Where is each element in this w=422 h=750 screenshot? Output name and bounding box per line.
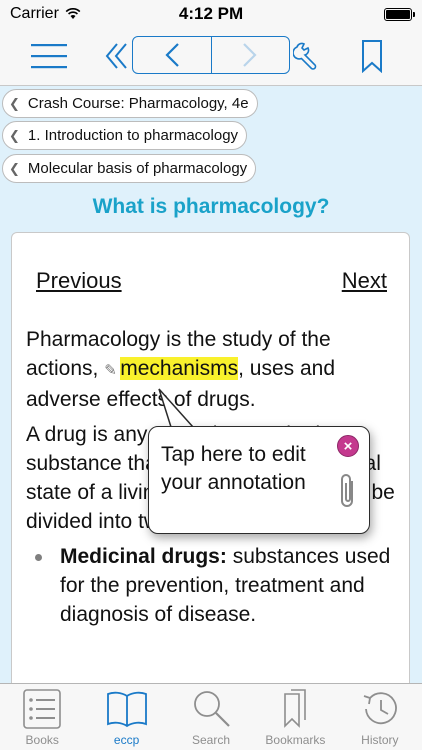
tab-bookmarks[interactable]: Bookmarks: [253, 684, 337, 750]
status-left: Carrier: [10, 5, 81, 23]
pencil-icon[interactable]: ✎: [104, 356, 120, 385]
battery-icon: [384, 7, 415, 21]
next-page-button[interactable]: [210, 37, 290, 73]
list-item: Medicinal drugs: substances used for the…: [26, 542, 396, 629]
annotated-highlight[interactable]: mechanisms: [120, 357, 239, 380]
tab-label: History: [361, 733, 399, 747]
breadcrumb-book[interactable]: ❮ Crash Course: Pharmacology, 4e: [2, 89, 258, 118]
breadcrumb-label: Molecular basis of pharmacology: [27, 160, 248, 177]
tab-bar: Books eccp Search Bookmarks History: [0, 683, 422, 750]
close-icon[interactable]: ×: [337, 435, 359, 457]
open-book-icon: [106, 691, 147, 728]
paperclip-icon[interactable]: [337, 471, 359, 511]
tab-eccp[interactable]: eccp: [84, 684, 168, 750]
previous-link[interactable]: Previous: [36, 268, 122, 294]
search-icon: [194, 691, 230, 727]
chevron-left-icon: [165, 43, 179, 67]
tab-label: Books: [25, 733, 59, 747]
page-navigation-segment: [132, 36, 290, 74]
tab-books[interactable]: Books: [0, 684, 84, 750]
toolbar: [0, 28, 422, 86]
breadcrumb-chapter[interactable]: ❮ 1. Introduction to pharmacology: [2, 121, 248, 150]
bookmark-icon[interactable]: [358, 38, 386, 74]
next-link[interactable]: Next: [342, 268, 387, 294]
history-icon: [363, 692, 397, 725]
chevron-left-icon: ❮: [9, 127, 20, 143]
tab-history[interactable]: History: [338, 684, 422, 750]
breadcrumb-label: 1. Introduction to pharmacology: [27, 127, 239, 144]
chevron-left-icon: ❮: [9, 95, 20, 111]
breadcrumb-label: Crash Course: Pharmacology, 4e: [27, 95, 249, 112]
page-title: What is pharmacology?: [92, 195, 330, 218]
wifi-icon: [65, 8, 81, 19]
chevron-right-icon: [243, 43, 257, 67]
tab-search[interactable]: Search: [169, 684, 253, 750]
double-chevron-left-icon[interactable]: [104, 41, 130, 71]
tab-label: Bookmarks: [265, 733, 326, 747]
paragraph: Pharmacology is the study of the actions…: [26, 325, 396, 414]
breadcrumb-section[interactable]: ❮ Molecular basis of pharmacology: [2, 154, 257, 183]
annotation-text[interactable]: Tap here to edit your annotation: [161, 441, 336, 497]
wrench-icon[interactable]: [292, 40, 322, 72]
tab-label: Search: [192, 733, 231, 747]
prev-page-button[interactable]: [133, 37, 211, 73]
list-icon: [23, 689, 62, 729]
annotation-popup[interactable]: Tap here to edit your annotation ×: [148, 426, 370, 534]
status-bar: Carrier 4:12 PM: [0, 0, 422, 28]
bookmarks-icon: [284, 689, 307, 728]
status-time: 4:12 PM: [178, 4, 244, 23]
bullet-term: Medicinal drugs:: [60, 545, 227, 568]
hamburger-icon[interactable]: [30, 40, 68, 72]
tab-label: eccp: [113, 733, 140, 747]
carrier-label: Carrier: [10, 5, 59, 22]
bullet-list: Medicinal drugs: substances used for the…: [26, 542, 396, 629]
chevron-left-icon: ❮: [9, 160, 20, 176]
